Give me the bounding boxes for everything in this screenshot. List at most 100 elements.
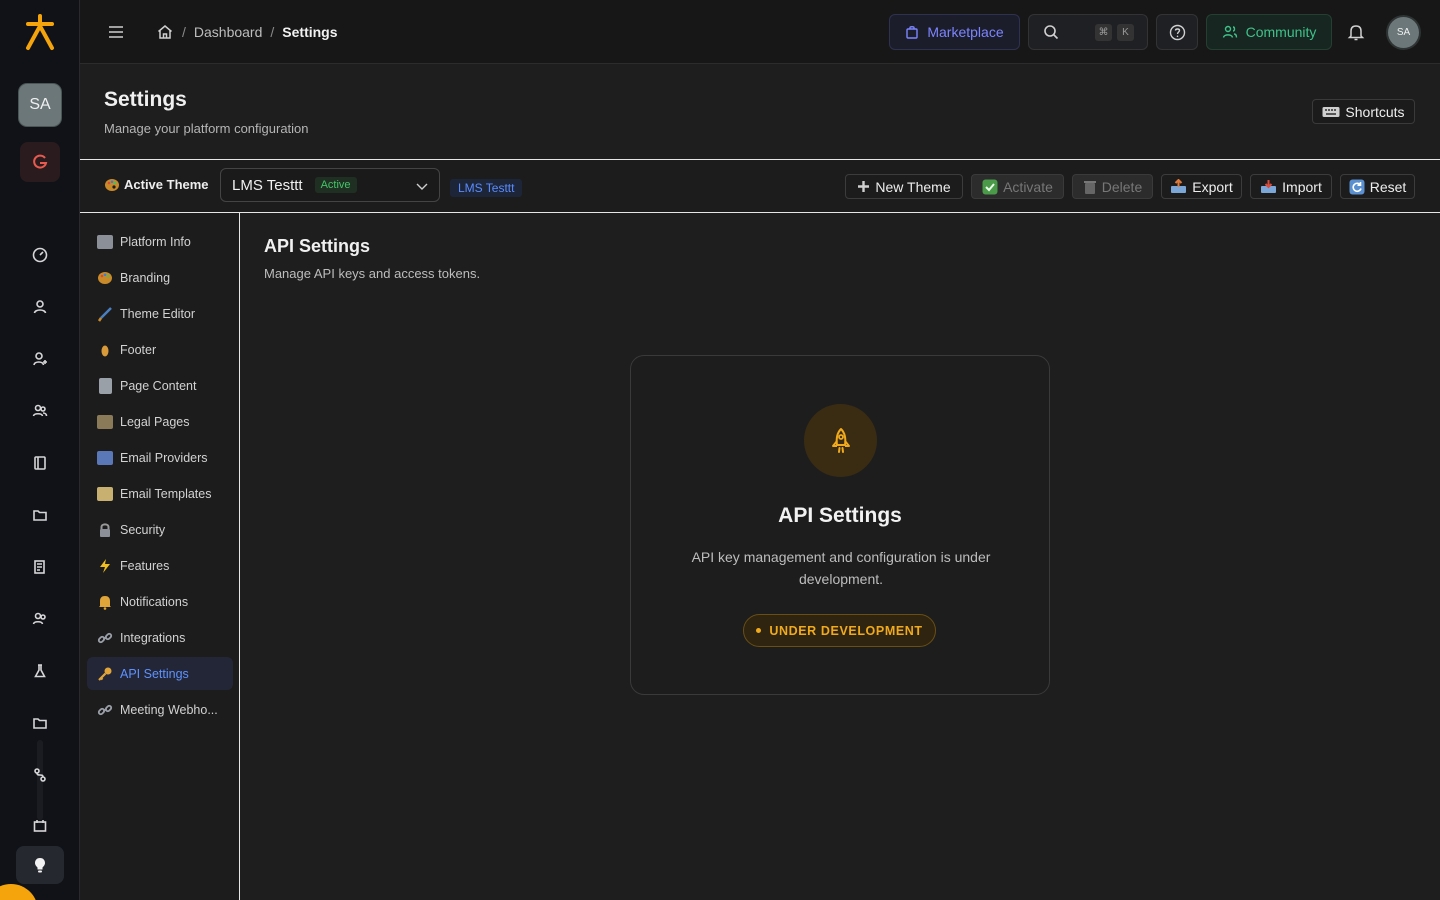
settings-nav-legal-pages[interactable]: Legal Pages (87, 405, 233, 438)
community-button[interactable]: Community (1206, 14, 1332, 50)
search-shortcut: ⌘ K (1095, 23, 1134, 41)
export-button[interactable]: Export (1161, 174, 1242, 199)
brand-logo[interactable] (20, 12, 60, 52)
nav-label: Platform Info (120, 234, 191, 249)
users-icon (1222, 25, 1237, 38)
team-icon[interactable] (28, 607, 52, 631)
settings-nav-platform-info[interactable]: Platform Info (87, 225, 233, 258)
activate-button[interactable]: Activate (971, 174, 1064, 199)
home-icon[interactable] (156, 23, 174, 41)
app-rail: SA (0, 0, 80, 900)
settings-nav-notifications[interactable]: Notifications (87, 585, 233, 618)
outbox-icon (1171, 179, 1187, 193)
folder2-icon[interactable] (28, 711, 52, 735)
kbd-cmd: ⌘ (1095, 23, 1112, 41)
marketplace-label: Marketplace (927, 24, 1004, 40)
workflow-icon[interactable] (28, 763, 52, 787)
settings-nav-email-providers[interactable]: Email Providers (87, 441, 233, 474)
nav-label: Meeting Webho... (120, 702, 218, 717)
nav-label: Email Providers (120, 450, 208, 465)
settings-nav-footer[interactable]: Footer (87, 333, 233, 366)
shortcuts-button[interactable]: Shortcuts (1312, 99, 1415, 124)
activate-label: Activate (1003, 178, 1053, 195)
plus-icon (858, 181, 870, 192)
trash-icon (1083, 180, 1096, 194)
flask-icon[interactable] (28, 659, 52, 683)
new-theme-label: New Theme (875, 178, 951, 195)
search-button[interactable]: ⌘ K (1028, 14, 1148, 50)
active-theme-text: Active Theme (124, 177, 209, 192)
theme-select-value: LMS Testtt (232, 176, 303, 194)
theme-bar: Active Theme LMS Testtt Active LMS Testt… (80, 159, 1440, 213)
folder-icon[interactable] (28, 503, 52, 527)
settings-nav-page-content[interactable]: Page Content (87, 369, 233, 402)
report-icon[interactable] (28, 555, 52, 579)
check-box-icon (982, 179, 998, 194)
bell-icon (96, 593, 114, 611)
page-title: Settings (104, 88, 187, 111)
breadcrumb-dashboard[interactable]: Dashboard (194, 24, 263, 40)
lightning-icon (96, 557, 114, 575)
settings-nav-branding[interactable]: Branding (87, 261, 233, 294)
kbd-k: K (1117, 23, 1134, 41)
inbox-icon (1261, 180, 1277, 193)
settings-nav-theme-editor[interactable]: Theme Editor (87, 297, 233, 330)
settings-nav-features[interactable]: Features (87, 549, 233, 582)
settings-nav: Platform Info Branding Theme Editor Foot… (80, 213, 240, 900)
idea-button[interactable] (16, 846, 64, 884)
scroll-icon (96, 413, 114, 431)
card-title: API Settings (778, 504, 902, 527)
user-plus-icon[interactable] (28, 347, 52, 371)
theme-select[interactable]: LMS Testtt Active (220, 168, 440, 202)
user-avatar[interactable]: SA (1388, 17, 1419, 48)
question-icon (1169, 24, 1185, 40)
breadcrumb-separator: / (270, 24, 275, 40)
bell-icon[interactable] (1346, 22, 1366, 42)
top-bar: / Dashboard / Settings Marketplace ⌘ K C… (80, 0, 1440, 64)
settings-nav-meeting-webhooks[interactable]: Meeting Webho... (87, 693, 233, 726)
active-theme-label: Active Theme (104, 177, 209, 192)
book-icon[interactable] (28, 451, 52, 475)
theme-name-chip: LMS Testtt (450, 179, 523, 197)
reset-label: Reset (1369, 178, 1407, 195)
chevron-down-icon (416, 183, 428, 190)
breadcrumb: / Dashboard / Settings (156, 20, 338, 44)
section-subtitle: Manage API keys and access tokens. (264, 266, 481, 281)
nav-label: Legal Pages (120, 414, 190, 429)
nav-label: Footer (120, 342, 157, 357)
status-badge-label: UNDER DEVELOPMENT (769, 623, 923, 638)
calendar-icon[interactable] (28, 814, 52, 838)
shortcuts-label: Shortcuts (1345, 103, 1405, 120)
help-button[interactable] (1156, 14, 1198, 50)
new-theme-button[interactable]: New Theme (845, 174, 963, 199)
nav-label: Features (120, 558, 170, 573)
settings-nav-security[interactable]: Security (87, 513, 233, 546)
key-icon (96, 665, 114, 683)
rail-avatar[interactable]: SA (19, 84, 61, 126)
settings-nav-email-templates[interactable]: Email Templates (87, 477, 233, 510)
menu-icon[interactable] (106, 22, 126, 42)
email-icon (96, 449, 114, 467)
help-fab[interactable] (0, 884, 38, 900)
status-dot-icon (756, 628, 762, 633)
reset-button[interactable]: Reset (1340, 174, 1415, 199)
breadcrumb-current: Settings (282, 24, 338, 40)
import-label: Import (1282, 178, 1322, 195)
page-subtitle: Manage your platform configuration (104, 121, 309, 136)
nav-label: Notifications (120, 594, 189, 609)
card-description: API key management and configuration is … (691, 549, 991, 587)
speedometer-icon[interactable] (28, 243, 52, 267)
search-icon (1044, 25, 1059, 40)
link-icon (96, 701, 114, 719)
marketplace-button[interactable]: Marketplace (889, 14, 1020, 50)
import-button[interactable]: Import (1250, 174, 1332, 199)
community-label: Community (1245, 24, 1317, 40)
placeholder-card: API Settings API key management and conf… (630, 355, 1050, 695)
rail-app-switch[interactable] (20, 142, 60, 182)
settings-nav-integrations[interactable]: Integrations (87, 621, 233, 654)
settings-nav-api-settings[interactable]: API Settings (87, 657, 233, 690)
users-icon[interactable] (28, 399, 52, 423)
delete-button[interactable]: Delete (1072, 174, 1153, 199)
lock-icon (96, 521, 114, 539)
user-icon[interactable] (28, 295, 52, 319)
